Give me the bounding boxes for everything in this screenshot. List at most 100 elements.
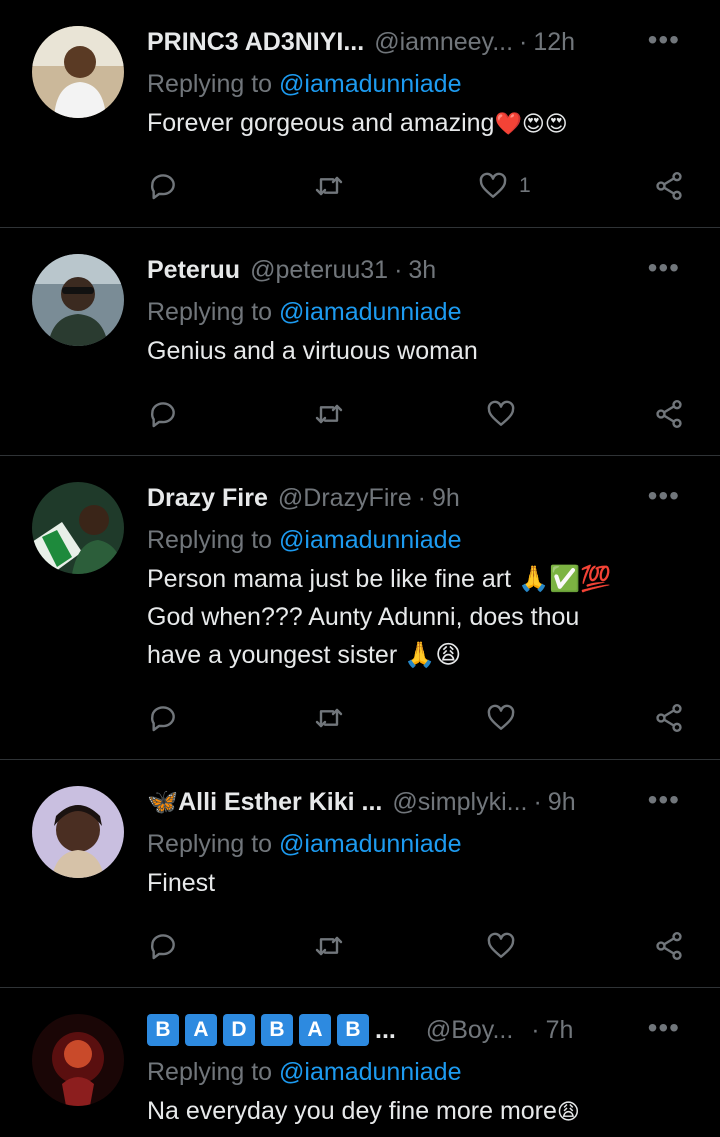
retweet-icon	[315, 936, 343, 956]
like-button[interactable]	[485, 394, 517, 434]
tweet-text-content: Genius and a virtuous woman	[147, 337, 478, 365]
tweet-text: Forever gorgeous and amazing❤️😍😍	[147, 104, 690, 143]
retweet-button[interactable]	[313, 698, 345, 738]
share-icon	[656, 932, 682, 960]
tweet[interactable]: Peteruu @peteruu31 · 3h ••• Replying to …	[0, 228, 720, 456]
tweet[interactable]: Drazy Fire @DrazyFire · 9h ••• Replying …	[0, 456, 720, 760]
tweet-text-content: Person mama just be like fine art 🙏✅💯 Go…	[147, 565, 612, 669]
timestamp[interactable]: 12h	[533, 26, 575, 58]
reply-icon	[150, 174, 175, 200]
user-handle[interactable]: @DrazyFire	[278, 482, 412, 514]
reply-button[interactable]	[147, 394, 179, 434]
tweet-text: Na everyday you dey fine more more😩	[147, 1092, 690, 1131]
reply-icon	[150, 706, 175, 732]
action-bar: 1	[147, 166, 692, 206]
more-icon[interactable]: •••	[648, 480, 680, 512]
avatar[interactable]	[32, 1014, 124, 1106]
like-button[interactable]	[485, 926, 517, 966]
like-button[interactable]: 1	[477, 166, 531, 206]
replying-label: Replying to	[147, 526, 273, 554]
timestamp[interactable]: 9h	[432, 482, 460, 514]
retweet-icon	[315, 176, 343, 196]
tweet[interactable]: PRINC3 AD3NIYI... @iamneey... · 12h ••• …	[0, 0, 720, 228]
more-icon[interactable]: •••	[648, 1012, 680, 1044]
like-button[interactable]	[485, 698, 517, 738]
tweet-emoji: 😩	[556, 1099, 580, 1124]
action-bar	[147, 698, 692, 738]
user-handle[interactable]: @simplyki...	[392, 786, 527, 818]
separator: ·	[417, 484, 426, 512]
like-icon	[487, 704, 515, 730]
timestamp[interactable]: 7h	[546, 1014, 574, 1046]
replying-to: Replying to @iamadunniade	[147, 1056, 690, 1088]
name-badge: A	[299, 1014, 331, 1046]
replying-to: Replying to @iamadunniade	[147, 68, 690, 100]
retweet-button[interactable]	[313, 926, 345, 966]
mention-link[interactable]: @iamadunniade	[279, 1058, 461, 1086]
avatar[interactable]	[32, 482, 124, 574]
replying-label: Replying to	[147, 298, 273, 326]
display-name[interactable]: Drazy Fire	[147, 482, 268, 514]
tweet-text-content: Finest	[147, 869, 216, 897]
reply-icon	[150, 402, 175, 428]
name-badge: B	[337, 1014, 369, 1046]
avatar[interactable]	[32, 254, 124, 346]
replying-label: Replying to	[147, 1058, 273, 1086]
action-bar	[147, 394, 692, 434]
avatar[interactable]	[32, 786, 124, 878]
share-icon	[656, 400, 682, 428]
like-count: 1	[519, 174, 531, 197]
share-button[interactable]	[653, 698, 685, 738]
display-name[interactable]: Peteruu	[147, 254, 240, 286]
name-badge: D	[223, 1014, 255, 1046]
retweet-button[interactable]	[313, 394, 345, 434]
replying-to: Replying to @iamadunniade	[147, 828, 690, 860]
like-icon	[479, 172, 507, 198]
reply-icon	[150, 934, 175, 960]
action-bar	[147, 926, 692, 966]
user-handle[interactable]: @Boy...	[426, 1014, 513, 1046]
name-badge: B	[261, 1014, 293, 1046]
name-ellipsis: ...	[375, 1016, 396, 1044]
separator: ·	[531, 1016, 540, 1044]
avatar[interactable]	[32, 26, 124, 118]
tweet[interactable]: 🦋Alli Esther Kiki ... @simplyki... · 9h …	[0, 760, 720, 988]
display-name[interactable]: PRINC3 AD3NIYI...	[147, 26, 364, 58]
more-icon[interactable]: •••	[648, 24, 680, 56]
tweet-emoji: ❤️😍😍	[494, 111, 568, 136]
reply-button[interactable]	[147, 698, 179, 738]
reply-button[interactable]	[147, 166, 179, 206]
share-icon	[656, 172, 682, 200]
mention-link[interactable]: @iamadunniade	[279, 830, 461, 858]
name-badge: B	[147, 1014, 179, 1046]
badge-name[interactable]: B A D B A B ...	[147, 1014, 396, 1046]
timestamp[interactable]: 3h	[408, 254, 436, 286]
share-button[interactable]	[653, 394, 685, 434]
like-icon	[487, 400, 515, 426]
timestamp[interactable]: 9h	[548, 786, 576, 818]
tweet-text-content: Na everyday you dey fine more more	[147, 1097, 557, 1125]
mention-link[interactable]: @iamadunniade	[279, 526, 461, 554]
tweet-text: Genius and a virtuous woman	[147, 332, 690, 370]
more-icon[interactable]: •••	[648, 252, 680, 284]
like-icon	[487, 932, 515, 958]
mention-link[interactable]: @iamadunniade	[279, 298, 461, 326]
more-icon[interactable]: •••	[648, 784, 680, 816]
share-button[interactable]	[653, 926, 685, 966]
share-button[interactable]	[653, 166, 685, 206]
tweet[interactable]: B A D B A B ... @Boy... · 7h ••• Replyin…	[0, 988, 720, 1137]
separator: ·	[533, 788, 542, 816]
user-handle[interactable]: @iamneey...	[374, 26, 513, 58]
display-name[interactable]: 🦋Alli Esther Kiki ...	[147, 786, 382, 818]
retweet-icon	[315, 708, 343, 728]
retweet-icon	[315, 404, 343, 424]
tweet-text: Person mama just be like fine art 🙏✅💯 Go…	[147, 560, 690, 674]
replying-to: Replying to @iamadunniade	[147, 524, 690, 556]
retweet-button[interactable]	[313, 166, 345, 206]
replying-to: Replying to @iamadunniade	[147, 296, 690, 328]
reply-button[interactable]	[147, 926, 179, 966]
separator: ·	[394, 256, 403, 284]
mention-link[interactable]: @iamadunniade	[279, 70, 461, 98]
user-handle[interactable]: @peteruu31	[250, 254, 388, 286]
name-badge: A	[185, 1014, 217, 1046]
